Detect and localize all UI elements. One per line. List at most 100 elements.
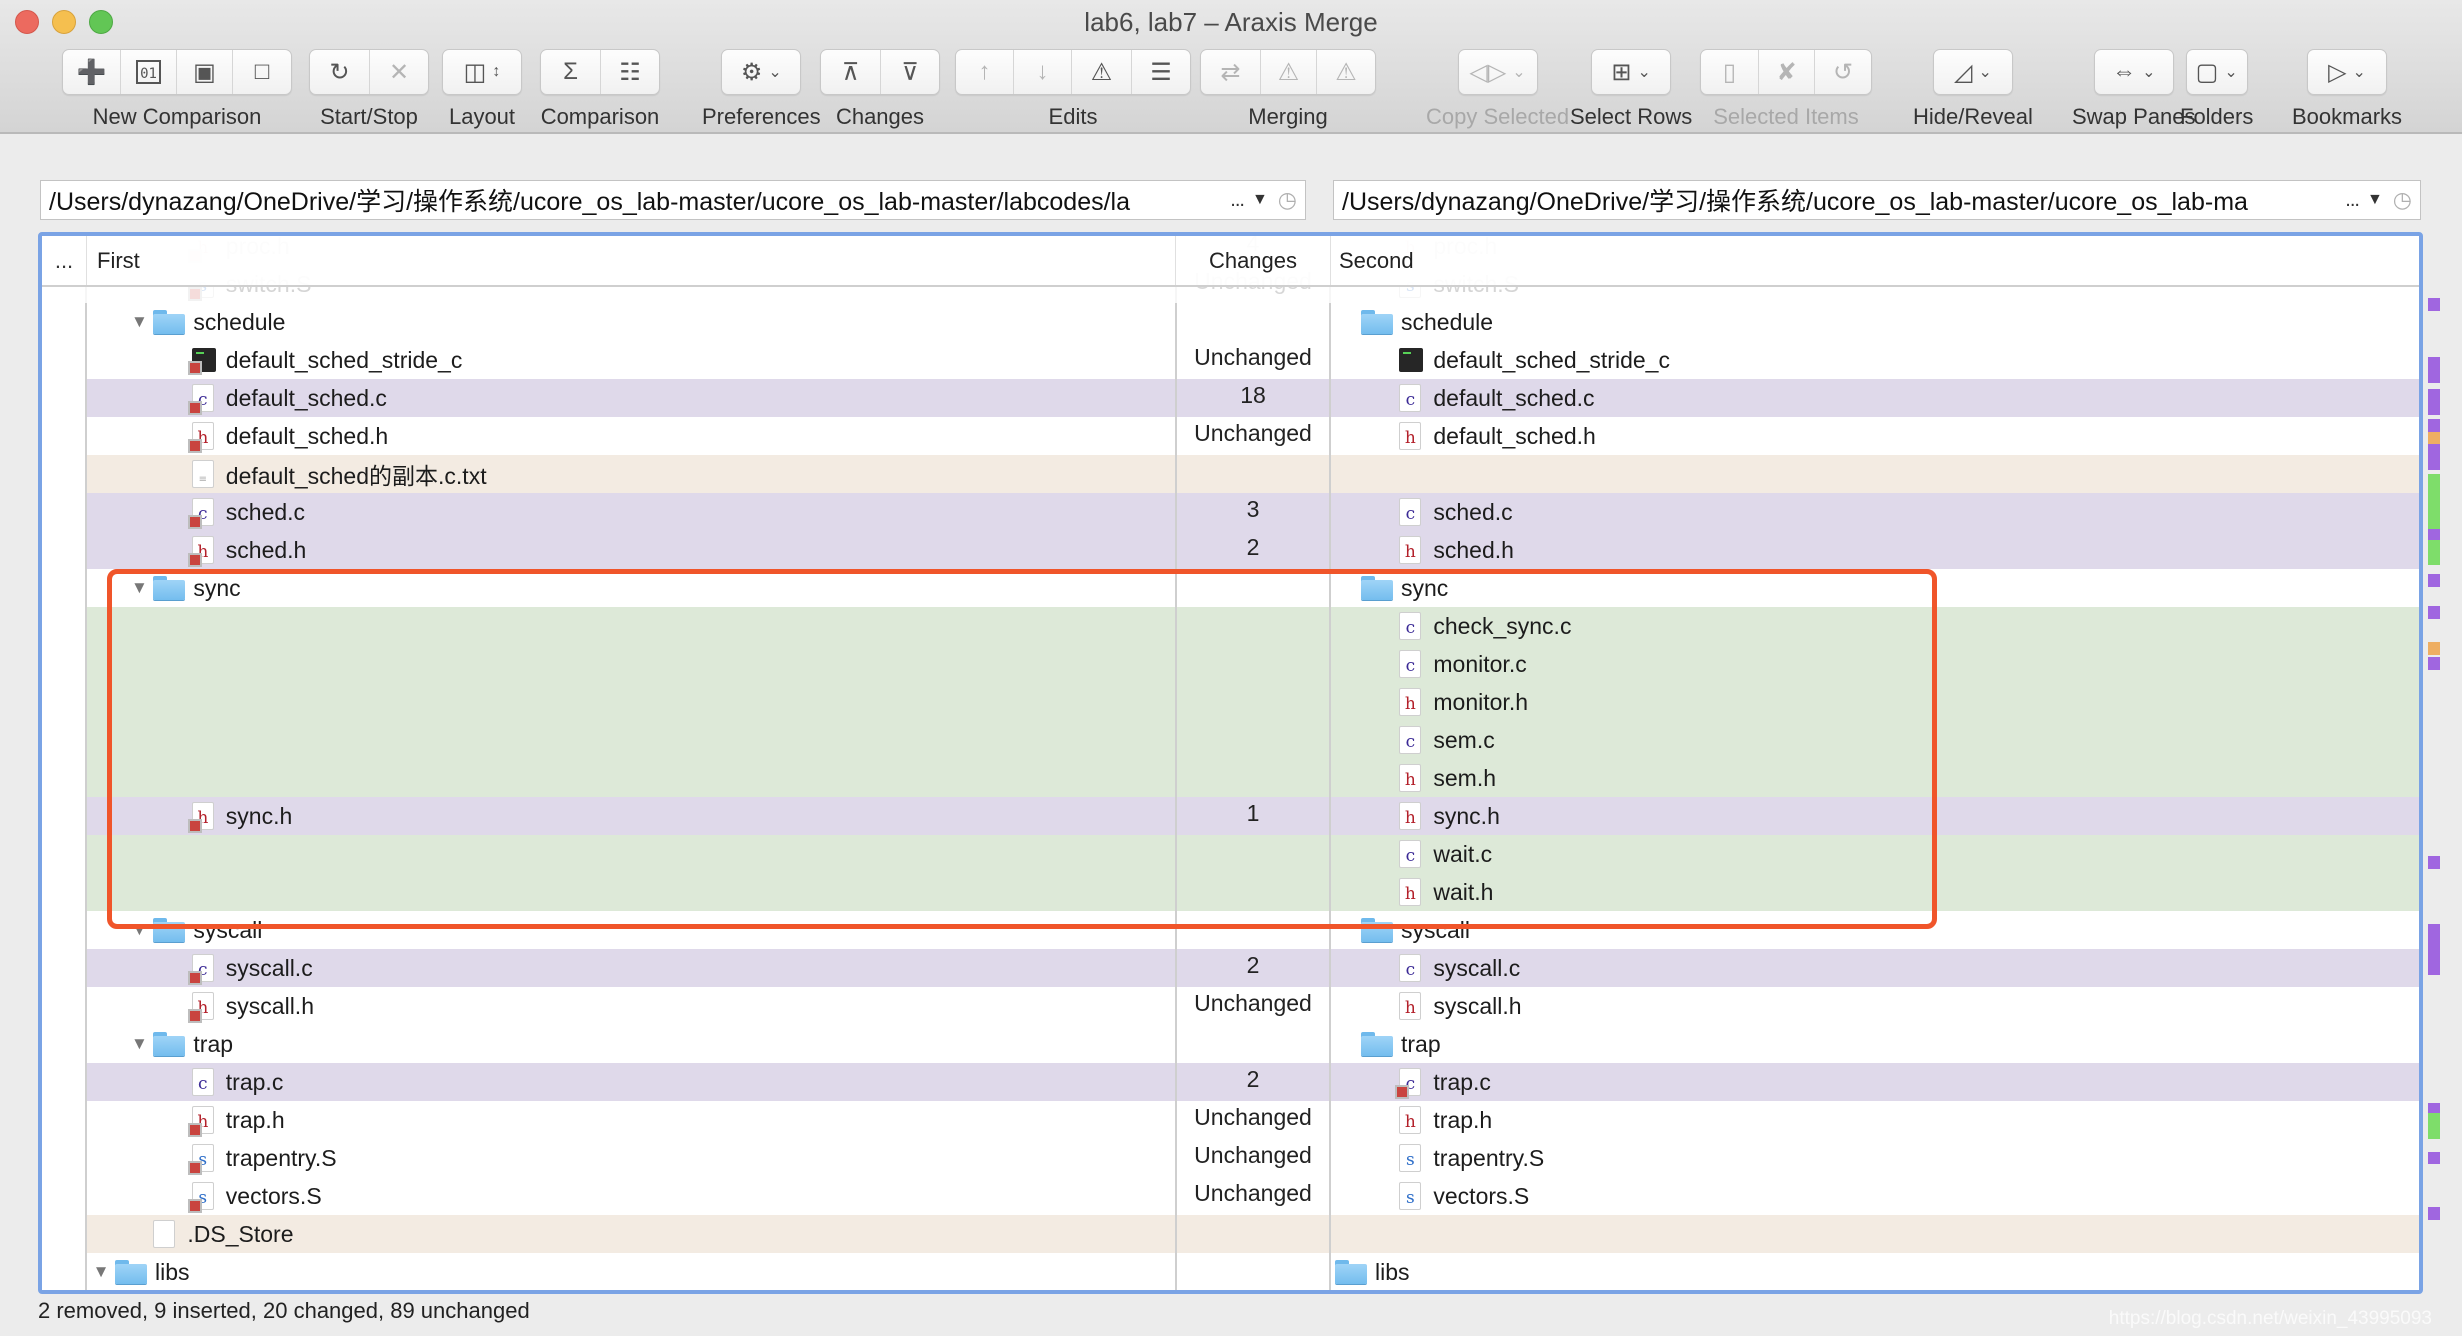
second-cell[interactable]: h sched.h xyxy=(1331,531,2419,569)
path-ellipsis-button[interactable]: ... xyxy=(1230,189,1245,212)
table-row[interactable]: c syscall.c 2 c syscall.c xyxy=(42,949,2419,987)
overview-marker-removed[interactable] xyxy=(2428,641,2440,655)
first-cell[interactable]: h sched.h xyxy=(87,531,1175,569)
table-row[interactable]: default_sched_stride_c Unchanged default_s… xyxy=(42,341,2419,379)
second-cell[interactable]: h syscall.h xyxy=(1331,987,2419,1025)
overview-marker-changed[interactable] xyxy=(2428,389,2440,415)
previous-conflict-button[interactable]: ⚠ xyxy=(1261,50,1317,94)
second-cell[interactable]: syscall xyxy=(1331,911,2419,949)
overview-marker-inserted[interactable] xyxy=(2428,1113,2440,1139)
swap-panes-button[interactable]: ⇔ ⌄ xyxy=(2095,50,2173,94)
table-row[interactable]: c check_sync.c xyxy=(42,607,2419,645)
table-row[interactable]: s trapentry.S Unchanged s trapentry.S xyxy=(42,1139,2419,1177)
table-row[interactable]: c monitor.c xyxy=(42,645,2419,683)
overview-marker-changed[interactable] xyxy=(2428,418,2440,432)
next-conflict-button[interactable]: ⚠ xyxy=(1317,50,1375,94)
table-row[interactable]: h sem.h xyxy=(42,759,2419,797)
merge-button[interactable]: ⇄ xyxy=(1201,50,1261,94)
stop-button[interactable]: ✕ xyxy=(370,50,428,94)
second-cell[interactable]: schedule xyxy=(1331,303,2419,341)
first-cell[interactable]: c default_sched.c xyxy=(87,379,1175,417)
second-cell[interactable]: c syscall.c xyxy=(1331,949,2419,987)
table-row[interactable]: ▼ schedule schedule xyxy=(42,303,2419,341)
second-cell[interactable]: c monitor.c xyxy=(1331,645,2419,683)
change-overview-bar[interactable] xyxy=(2428,232,2444,1294)
delete-items-button[interactable]: ✘ xyxy=(1759,50,1815,94)
bookmark-button[interactable]: ▷ ⌄ xyxy=(2308,50,2386,94)
first-cell[interactable]: s vectors.S xyxy=(87,1177,1175,1215)
second-cell[interactable]: h wait.h xyxy=(1331,873,2419,911)
table-row[interactable]: h monitor.h xyxy=(42,683,2419,721)
refresh-button[interactable]: ↻ xyxy=(310,50,370,94)
table-row[interactable]: h default_sched.h Unchanged h default_sched.… xyxy=(42,417,2419,455)
second-cell[interactable]: c sched.c xyxy=(1331,493,2419,531)
second-cell[interactable]: c check_sync.c xyxy=(1331,607,2419,645)
overview-marker-changed[interactable] xyxy=(2428,1151,2440,1165)
document-report-button[interactable]: ☷ xyxy=(601,50,659,94)
path-ellipsis-button[interactable]: ... xyxy=(2345,189,2360,212)
first-cell[interactable] xyxy=(87,835,1175,873)
new-folder-comparison-button[interactable]: □ xyxy=(233,50,291,94)
overview-marker-changed[interactable] xyxy=(2428,357,2440,383)
new-binary-comparison-button[interactable]: 01 xyxy=(121,50,177,94)
first-cell[interactable]: ▼ syscall xyxy=(87,911,1175,949)
table-row[interactable]: c wait.c xyxy=(42,835,2419,873)
overview-marker-changed[interactable] xyxy=(2428,1206,2440,1220)
overview-marker-changed[interactable] xyxy=(2428,1102,2440,1114)
table-row[interactable]: h sync.h 1 h sync.h xyxy=(42,797,2419,835)
second-cell[interactable] xyxy=(1331,1215,2419,1253)
second-cell[interactable]: h sem.h xyxy=(1331,759,2419,797)
first-cell[interactable] xyxy=(87,607,1175,645)
column-header-first[interactable]: First xyxy=(87,236,1175,285)
table-row[interactable]: ▼ sync sync xyxy=(42,569,2419,607)
second-cell[interactable]: c trap.c xyxy=(1331,1063,2419,1101)
table-row[interactable]: ▼ libs libs xyxy=(42,1253,2419,1290)
overview-marker-changed[interactable] xyxy=(2428,856,2440,870)
next-change-button[interactable]: ⊽ xyxy=(881,50,939,94)
previous-edit-button[interactable]: ↑ xyxy=(956,50,1014,94)
second-cell[interactable]: h trap.h xyxy=(1331,1101,2419,1139)
disclosure-triangle-icon[interactable]: ▼ xyxy=(129,920,149,940)
overview-marker-removed[interactable] xyxy=(2428,431,2440,445)
table-row[interactable]: .DS_Store xyxy=(42,1215,2419,1253)
first-cell[interactable]: default_sched_stride_c xyxy=(87,341,1175,379)
overview-marker-inserted[interactable] xyxy=(2428,539,2440,566)
conflict-edit-button[interactable]: ⚠ xyxy=(1072,50,1132,94)
column-header-changes[interactable]: Changes xyxy=(1175,236,1331,285)
first-cell[interactable]: ▼ sync xyxy=(87,569,1175,607)
table-row[interactable]: h syscall.h Unchanged h syscall.h xyxy=(42,987,2419,1025)
open-items-button[interactable]: ▯ xyxy=(1701,50,1759,94)
history-icon[interactable]: ◷ xyxy=(1278,187,1297,213)
hide-reveal-button[interactable]: ◿ ⌄ xyxy=(1934,50,2012,94)
disclosure-triangle-icon[interactable]: ▼ xyxy=(91,1262,111,1282)
overview-marker-changed[interactable] xyxy=(2428,924,2440,976)
table-row[interactable]: c trap.c 2 c trap.c xyxy=(42,1063,2419,1101)
table-row[interactable]: c default_sched.c 18 c default_sched.c xyxy=(42,379,2419,417)
disclosure-triangle-icon[interactable]: ▼ xyxy=(129,578,149,598)
touch-items-button[interactable]: ↺ xyxy=(1815,50,1871,94)
first-cell[interactable]: s trapentry.S xyxy=(87,1139,1175,1177)
column-header-second[interactable]: Second xyxy=(1331,236,2419,285)
second-cell[interactable]: s vectors.S xyxy=(1331,1177,2419,1215)
second-cell[interactable]: libs xyxy=(1331,1253,2419,1290)
second-cell[interactable]: c wait.c xyxy=(1331,835,2419,873)
second-cell[interactable]: c default_sched.c xyxy=(1331,379,2419,417)
overview-marker-inserted[interactable] xyxy=(2428,474,2440,536)
overview-marker-changed[interactable] xyxy=(2428,656,2440,670)
previous-change-button[interactable]: ⊼ xyxy=(821,50,881,94)
first-cell[interactable]: ▼ schedule xyxy=(87,303,1175,341)
first-cell[interactable] xyxy=(87,873,1175,911)
table-row[interactable]: ≡ default_sched的副本.c.txt xyxy=(42,455,2419,493)
new-text-comparison-button[interactable]: ➕ xyxy=(63,50,121,94)
second-cell[interactable] xyxy=(1331,455,2419,493)
table-row[interactable]: ▼ trap trap xyxy=(42,1025,2419,1063)
first-cell[interactable]: c trap.c xyxy=(87,1063,1175,1101)
second-cell[interactable]: h default_sched.h xyxy=(1331,417,2419,455)
first-cell[interactable] xyxy=(87,683,1175,721)
second-cell[interactable]: h sync.h xyxy=(1331,797,2419,835)
two-pane-layout-button[interactable]: ◫ ↕ xyxy=(443,50,521,94)
overview-marker-changed[interactable] xyxy=(2428,573,2440,587)
first-cell[interactable] xyxy=(87,721,1175,759)
table-row[interactable]: c sem.c xyxy=(42,721,2419,759)
first-path-field[interactable]: /Users/dynazang/OneDrive/学习/操作系统/ucore_o… xyxy=(40,180,1306,220)
